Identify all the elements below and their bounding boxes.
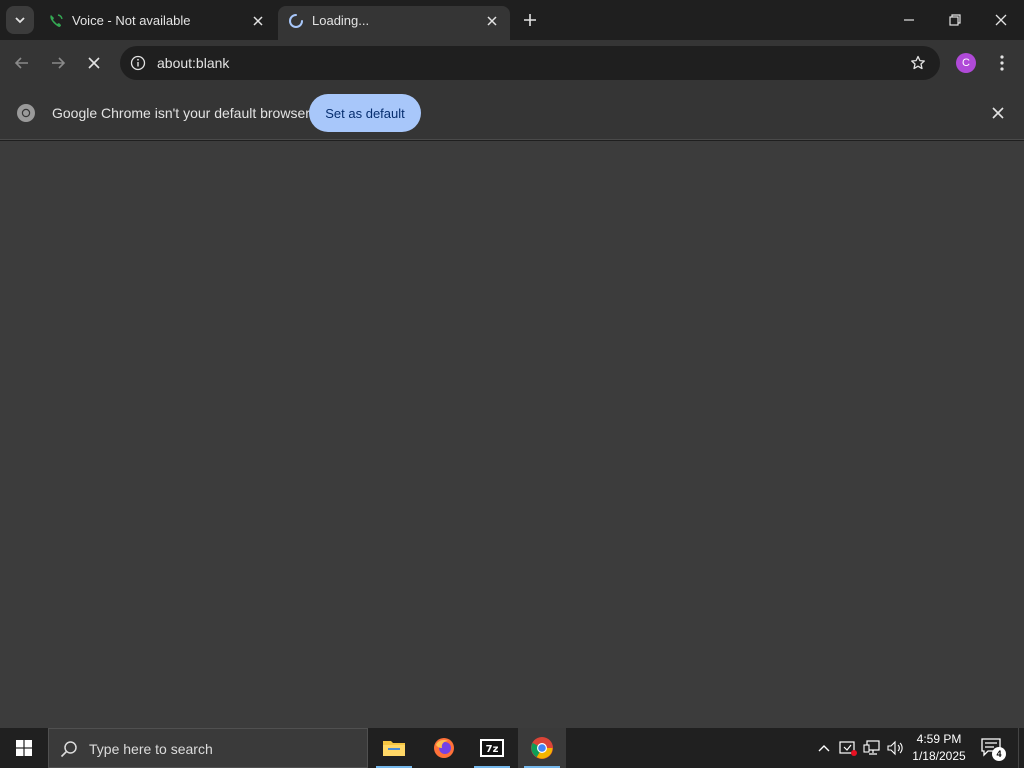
clock-date: 1/18/2025: [912, 749, 966, 763]
svg-text:7z: 7z: [486, 744, 499, 755]
close-icon: [487, 16, 497, 26]
taskbar-file-explorer[interactable]: [370, 728, 418, 768]
close-icon: [88, 57, 100, 69]
stop-loading-button[interactable]: [80, 49, 108, 77]
firefox-icon: [434, 738, 454, 758]
volume-icon[interactable]: [886, 738, 906, 758]
chevron-up-icon: [818, 745, 830, 752]
network-icon[interactable]: [862, 738, 882, 758]
new-tab-button[interactable]: [518, 8, 542, 32]
system-clock[interactable]: 4:59 PM 1/18/2025: [906, 731, 972, 765]
start-button[interactable]: [0, 728, 48, 768]
taskbar: Type here to search 7z 4:59 PM 1/18/2025…: [0, 728, 1024, 768]
address-bar[interactable]: about:blank: [120, 46, 940, 80]
plus-icon: [524, 14, 536, 26]
show-desktop-button[interactable]: [1018, 728, 1024, 768]
search-placeholder: Type here to search: [89, 741, 213, 757]
default-browser-infobar: Google Chrome isn't your default browser…: [0, 86, 1024, 140]
more-vertical-icon: [1000, 55, 1004, 71]
back-button[interactable]: [8, 49, 36, 77]
action-center-button[interactable]: 4: [980, 737, 1006, 761]
close-icon: [992, 107, 1004, 119]
clock-time: 4:59 PM: [916, 732, 962, 746]
screen: Voice - Not available Loading... about:b…: [0, 0, 1024, 768]
tab-title: Loading...: [312, 13, 370, 28]
minimize-icon: [904, 19, 914, 21]
bookmark-star-icon[interactable]: [908, 53, 928, 73]
page-content[interactable]: [0, 141, 1024, 728]
tab-title: Voice - Not available: [72, 13, 191, 28]
file-explorer-icon: [383, 741, 405, 756]
taskbar-firefox[interactable]: [420, 728, 468, 768]
7zip-icon: 7z: [480, 739, 504, 757]
notification-count-badge: 4: [992, 747, 1006, 761]
infobar-message: Google Chrome isn't your default browser: [52, 105, 310, 121]
close-icon: [995, 14, 1007, 26]
tab-loading[interactable]: Loading...: [278, 6, 510, 40]
set-as-default-button[interactable]: Set as default: [309, 94, 421, 132]
back-arrow-icon: [14, 57, 28, 69]
search-icon: [60, 741, 77, 758]
profile-initial: C: [962, 57, 970, 69]
chevron-down-icon: [15, 17, 25, 24]
dismiss-infobar-button[interactable]: [988, 103, 1008, 123]
menu-button[interactable]: [988, 49, 1016, 77]
taskbar-search-box[interactable]: Type here to search: [48, 728, 368, 768]
tab-search-button[interactable]: [6, 6, 34, 34]
chrome-icon: [17, 104, 35, 122]
windows-logo-icon: [16, 740, 32, 756]
show-hidden-icons-button[interactable]: [814, 738, 834, 758]
close-tab-button[interactable]: [248, 11, 268, 31]
forward-button[interactable]: [44, 49, 72, 77]
phone-icon: [48, 13, 64, 29]
close-icon: [253, 16, 263, 26]
chrome-icon: [531, 737, 553, 759]
url-text[interactable]: about:blank: [157, 55, 229, 71]
profile-avatar[interactable]: C: [956, 53, 976, 73]
tab-voice[interactable]: Voice - Not available: [38, 6, 276, 40]
security-tray-icon[interactable]: [838, 738, 858, 758]
site-info-icon[interactable]: [126, 51, 150, 75]
close-window-button[interactable]: [978, 0, 1024, 40]
toolbar: about:blank C: [0, 40, 1024, 86]
close-tab-button[interactable]: [482, 11, 502, 31]
tab-strip: Voice - Not available Loading...: [0, 0, 1024, 40]
taskbar-chrome[interactable]: [518, 728, 566, 768]
taskbar-7zip[interactable]: 7z: [468, 728, 516, 768]
loading-spinner-icon: [288, 13, 304, 29]
minimize-button[interactable]: [886, 0, 932, 40]
forward-arrow-icon: [52, 57, 66, 69]
restore-button[interactable]: [932, 0, 978, 40]
restore-icon: [949, 14, 961, 26]
